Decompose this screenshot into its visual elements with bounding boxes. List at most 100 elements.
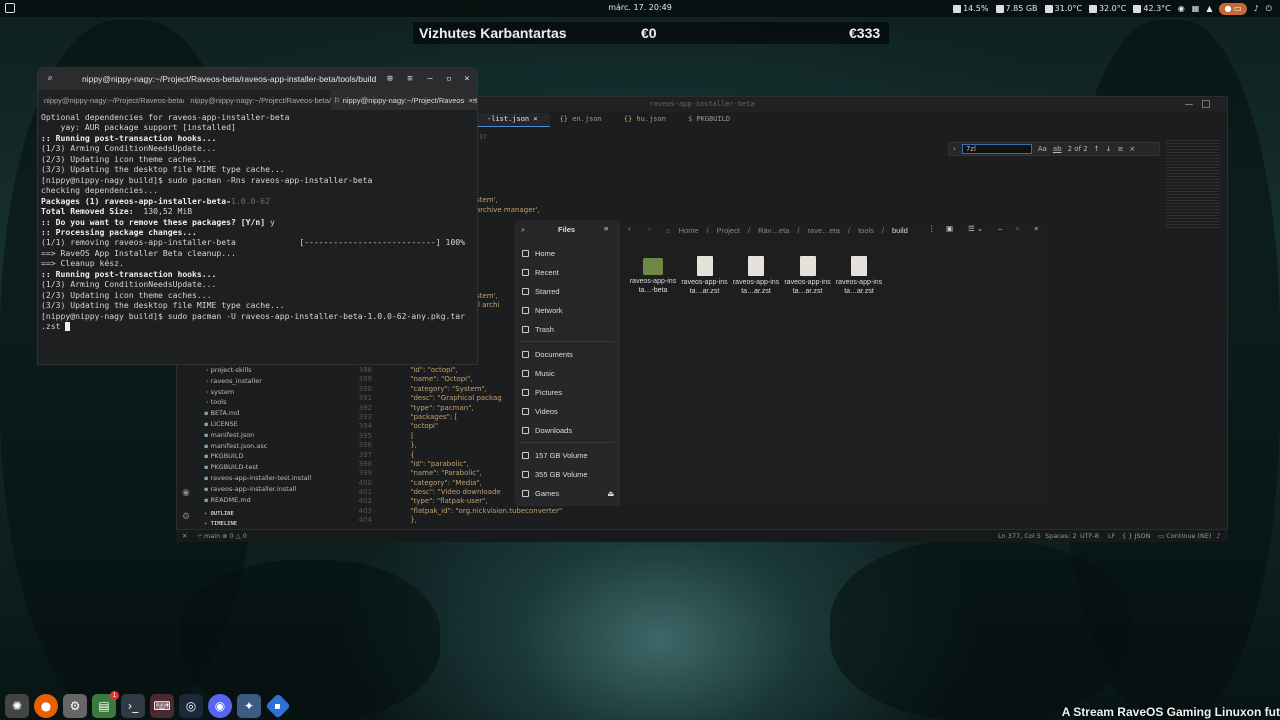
branch-indicator[interactable]: ⑂ main bbox=[198, 532, 220, 540]
find-in-selection-icon[interactable]: ≡ bbox=[1117, 145, 1123, 153]
path-segment[interactable]: Project bbox=[717, 226, 740, 235]
explorer-item[interactable]: ▪ raveos-app-installer.install bbox=[200, 485, 342, 496]
settings-gear-icon[interactable]: ⚙ bbox=[182, 512, 190, 522]
continue-indicator[interactable]: ▭ Continue (NE) bbox=[1158, 532, 1212, 540]
forward-icon[interactable]: › bbox=[648, 224, 651, 233]
minimize-icon[interactable] bbox=[1185, 100, 1193, 105]
sidebar-item-home[interactable]: Home bbox=[522, 249, 555, 258]
tab-pkgbuild[interactable]: $ PKGBUILD bbox=[678, 113, 742, 127]
more-options-icon[interactable]: ⋮ bbox=[928, 224, 936, 233]
menu-icon[interactable]: ≡ bbox=[604, 224, 608, 233]
back-icon[interactable]: ‹ bbox=[628, 224, 631, 233]
folder-item[interactable]: raveos-app-insta…-beta bbox=[629, 256, 677, 295]
chevron-right-icon[interactable]: › bbox=[953, 145, 956, 153]
eject-icon[interactable]: ⏏ bbox=[607, 489, 614, 498]
maximize-icon[interactable]: ▫ bbox=[1016, 224, 1019, 233]
view-list-icon[interactable]: ☰ ⌄ bbox=[968, 224, 983, 233]
vscode-icon[interactable]: ◆ bbox=[265, 693, 291, 719]
close-icon[interactable]: × bbox=[1034, 224, 1038, 233]
microphone-icon[interactable]: ♪ bbox=[1254, 4, 1259, 13]
mem-indicator[interactable]: 7.85 GB bbox=[995, 4, 1038, 13]
app-grid-icon[interactable]: ✺ bbox=[5, 694, 29, 718]
updates-icon[interactable]: ▲ bbox=[1206, 4, 1212, 13]
file-item[interactable]: raveos-app-insta…ar.zst bbox=[784, 256, 832, 296]
sidebar-item-volume-0[interactable]: 157 GB Volume bbox=[522, 451, 588, 460]
settings-icon[interactable]: ⚙ bbox=[63, 694, 87, 718]
close-tab-icon[interactable]: × bbox=[464, 96, 474, 105]
discord-tray-icon[interactable]: ◉ bbox=[1178, 4, 1185, 13]
explorer-item[interactable]: ▪ manifest.json.asc bbox=[200, 442, 342, 453]
minimize-icon[interactable]: – bbox=[998, 224, 1002, 233]
explorer-item[interactable]: ▪ LICENSE bbox=[200, 420, 342, 431]
terminal-icon[interactable]: ›_ bbox=[121, 694, 145, 718]
temp-indicator-2[interactable]: 32.0°C bbox=[1088, 4, 1126, 13]
power-icon[interactable]: ⏻ bbox=[1266, 4, 1272, 14]
previous-match-icon[interactable]: ↑ bbox=[1094, 145, 1100, 153]
terminal-tab-1[interactable]: nippy@nippy-nagy:~/Project/Raveos-beta/r… bbox=[38, 90, 184, 110]
file-item[interactable]: raveos-app-insta…ar.zst bbox=[681, 256, 729, 296]
tab-en-json[interactable]: {} en.json bbox=[550, 113, 614, 127]
path-segment[interactable]: Rav…eta bbox=[758, 226, 789, 235]
sidebar-item-volume-2[interactable]: Games ⏏ bbox=[522, 489, 614, 498]
sidebar-item-trash[interactable]: Trash bbox=[522, 325, 554, 334]
explorer-item[interactable]: › raveos_installer bbox=[200, 377, 342, 388]
tab-hu-json[interactable]: {} hu.json bbox=[614, 113, 678, 127]
maximize-icon[interactable] bbox=[1202, 100, 1210, 108]
screen-share-indicator[interactable]: ● ▭ bbox=[1219, 2, 1247, 15]
terminal-tab-3[interactable]: ⚐nippy@nippy-nagy:~/Project/Raveos-beta/… bbox=[330, 90, 477, 110]
sidebar-item-downloads[interactable]: Downloads bbox=[522, 426, 572, 435]
network-icon[interactable]: ▦ bbox=[1192, 4, 1200, 13]
cursor-position[interactable]: Ln 377, Col 5 bbox=[998, 532, 1041, 540]
path-segment[interactable]: Home bbox=[679, 226, 699, 235]
sidebar-item-documents[interactable]: Documents bbox=[522, 350, 573, 359]
terminal-output[interactable]: Optional dependencies for raveos-app-ins… bbox=[41, 112, 465, 332]
new-folder-icon[interactable]: ▣ bbox=[946, 224, 953, 233]
explorer-item[interactable]: ▪ BETA.md bbox=[200, 409, 342, 420]
new-tab-icon[interactable]: ⊞ bbox=[384, 73, 396, 85]
file-item[interactable]: raveos-app-insta…ar.zst bbox=[732, 256, 780, 296]
path-segment[interactable]: build bbox=[892, 226, 908, 235]
outline-section[interactable]: › OUTLINE bbox=[204, 511, 234, 517]
sidebar-item-starred[interactable]: Starred bbox=[522, 287, 560, 296]
account-icon[interactable]: ◉ bbox=[182, 488, 190, 498]
path-segment[interactable]: tools bbox=[858, 226, 874, 235]
sidebar-item-volume-1[interactable]: 355 GB Volume bbox=[522, 470, 588, 479]
terminal-tab-2[interactable]: nippy@nippy-nagy:~/Project/Raveos-beta/r… bbox=[184, 90, 330, 110]
minimize-icon[interactable]: – bbox=[424, 73, 436, 85]
bell-icon[interactable]: ♪ bbox=[1216, 532, 1220, 540]
timeline-section[interactable]: › TIMELINE bbox=[204, 521, 237, 527]
explorer-item[interactable]: ▪ README.md bbox=[200, 496, 342, 507]
temp-indicator-3[interactable]: 42.3°C bbox=[1133, 4, 1171, 13]
encoding[interactable]: UTF-8 bbox=[1080, 532, 1099, 540]
sidebar-item-music[interactable]: Music bbox=[522, 369, 555, 378]
files-window[interactable]: ⌕ Files ≡ Home Recent Starred Network Trash D… bbox=[514, 220, 1048, 506]
discord-icon[interactable]: ◉ bbox=[208, 694, 232, 718]
code-editor[interactable]: 388 "id": "octopi", 389 "name": "Octopi",… bbox=[352, 366, 563, 526]
explorer-item[interactable]: › project-skills bbox=[200, 366, 342, 377]
search-icon[interactable]: ⌕ bbox=[521, 225, 525, 235]
explorer-item[interactable]: ▪ manifest.json bbox=[200, 431, 342, 442]
path-segment[interactable]: rave…eta bbox=[807, 226, 840, 235]
explorer-item[interactable]: › system bbox=[200, 388, 342, 399]
update-manager-icon[interactable]: ▤ 1 bbox=[92, 691, 119, 718]
minimap[interactable] bbox=[1166, 140, 1220, 230]
explorer-item[interactable]: ▪ raveos-app-installer-test.install bbox=[200, 474, 342, 485]
cpu-indicator[interactable]: 14.5% bbox=[953, 4, 989, 13]
next-match-icon[interactable]: ↓ bbox=[1106, 145, 1112, 153]
close-icon[interactable]: × bbox=[1129, 145, 1135, 153]
explorer-item[interactable]: ▪ PKGBUILD bbox=[200, 452, 342, 463]
keyboard-icon[interactable]: ⌨ bbox=[150, 694, 174, 718]
sidebar-item-pictures[interactable]: Pictures bbox=[522, 388, 562, 397]
sidebar-item-recent[interactable]: Recent bbox=[522, 268, 559, 277]
explorer-item[interactable]: ▪ PKGBUILD-test bbox=[200, 463, 342, 474]
firefox-icon[interactable]: ● bbox=[34, 694, 58, 718]
explorer-item[interactable]: › tools bbox=[200, 398, 342, 409]
eol[interactable]: LF bbox=[1108, 532, 1115, 540]
find-input[interactable]: 7zl bbox=[961, 144, 1032, 154]
match-word-toggle[interactable]: ab bbox=[1053, 145, 1062, 153]
steam-icon[interactable]: ◎ bbox=[179, 694, 203, 718]
indentation[interactable]: Spaces: 2 bbox=[1045, 532, 1077, 540]
file-item[interactable]: raveos-app-insta…ar.zst bbox=[835, 256, 883, 296]
close-icon[interactable]: × bbox=[461, 73, 473, 85]
terminal-window[interactable]: ⌕ nippy@nippy-nagy:~/Project/Raveos-beta… bbox=[37, 67, 478, 365]
